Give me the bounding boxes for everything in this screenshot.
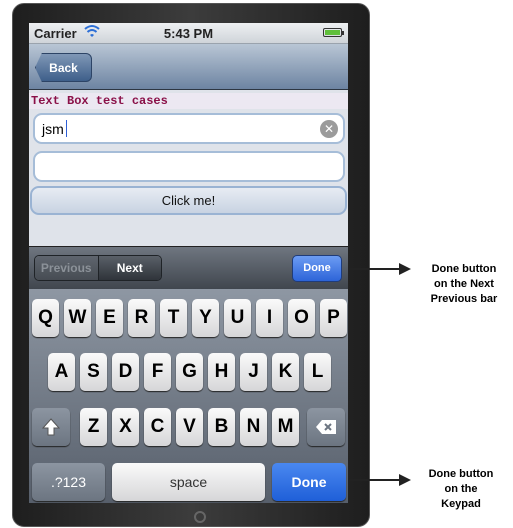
arrow-head-icon xyxy=(399,263,411,275)
space-key[interactable]: space xyxy=(112,463,265,501)
key-y[interactable]: Y xyxy=(192,299,219,337)
backspace-icon xyxy=(316,420,336,434)
text-field-2[interactable] xyxy=(33,151,345,182)
accessory-done-button[interactable]: Done xyxy=(292,255,342,282)
previous-button[interactable]: Previous xyxy=(35,256,99,280)
back-button[interactable]: Back xyxy=(35,53,92,82)
key-j[interactable]: J xyxy=(240,353,267,391)
key-z[interactable]: Z xyxy=(80,408,107,446)
annotation-accessory-done: Done button on the Next Previous bar xyxy=(430,263,498,305)
status-time: 5:43 PM xyxy=(163,26,214,41)
key-c[interactable]: C xyxy=(144,408,171,446)
key-s[interactable]: S xyxy=(80,353,107,391)
text-cursor xyxy=(66,120,67,137)
key-g[interactable]: G xyxy=(176,353,203,391)
key-l[interactable]: L xyxy=(304,353,331,391)
device-screen: Carrier 5:43 PM Back Text Box test cases… xyxy=(29,23,348,503)
key-t[interactable]: T xyxy=(160,299,187,337)
key-r[interactable]: R xyxy=(128,299,155,337)
page-heading: Text Box test cases xyxy=(29,93,348,109)
key-v[interactable]: V xyxy=(176,408,203,446)
backspace-key[interactable] xyxy=(307,408,345,446)
shift-key[interactable] xyxy=(32,408,70,446)
home-button[interactable] xyxy=(194,511,206,523)
key-b[interactable]: B xyxy=(208,408,235,446)
key-p[interactable]: P xyxy=(320,299,347,337)
key-k[interactable]: K xyxy=(272,353,299,391)
shift-arrow-icon xyxy=(41,418,61,436)
annotation-arrow-accessory xyxy=(349,268,401,270)
annotation-keypad-done: Done button on the Keypad xyxy=(428,468,494,510)
key-h[interactable]: H xyxy=(208,353,235,391)
key-f[interactable]: F xyxy=(144,353,171,391)
navigation-bar: Back xyxy=(29,44,348,90)
status-bar: Carrier 5:43 PM xyxy=(29,23,348,44)
arrow-head-icon xyxy=(399,474,411,486)
prev-next-segmented-control: Previous Next xyxy=(34,255,162,281)
key-x[interactable]: X xyxy=(112,408,139,446)
text-field-1-value: jsm xyxy=(42,121,64,137)
key-m[interactable]: M xyxy=(272,408,299,446)
key-o[interactable]: O xyxy=(288,299,315,337)
key-u[interactable]: U xyxy=(224,299,251,337)
click-me-button[interactable]: Click me! xyxy=(30,186,347,215)
numbers-key[interactable]: .?123 xyxy=(32,463,105,501)
annotation-arrow-keypad xyxy=(349,479,401,481)
key-i[interactable]: I xyxy=(256,299,283,337)
key-q[interactable]: Q xyxy=(32,299,59,337)
clear-text-icon[interactable]: ✕ xyxy=(320,120,338,138)
key-d[interactable]: D xyxy=(112,353,139,391)
battery-icon xyxy=(323,28,344,37)
key-w[interactable]: W xyxy=(64,299,91,337)
key-n[interactable]: N xyxy=(240,408,267,446)
keyboard: Q W E R T Y U I O P A S D F G H J K L Z … xyxy=(29,289,348,503)
text-field-1[interactable]: jsm ✕ xyxy=(33,113,345,144)
key-e[interactable]: E xyxy=(96,299,123,337)
keyboard-accessory-bar: Previous Next Done xyxy=(29,246,348,289)
key-a[interactable]: A xyxy=(48,353,75,391)
content-area: Text Box test cases jsm ✕ Click me! xyxy=(29,90,348,246)
next-button[interactable]: Next xyxy=(98,256,161,280)
keyboard-done-key[interactable]: Done xyxy=(272,463,346,501)
